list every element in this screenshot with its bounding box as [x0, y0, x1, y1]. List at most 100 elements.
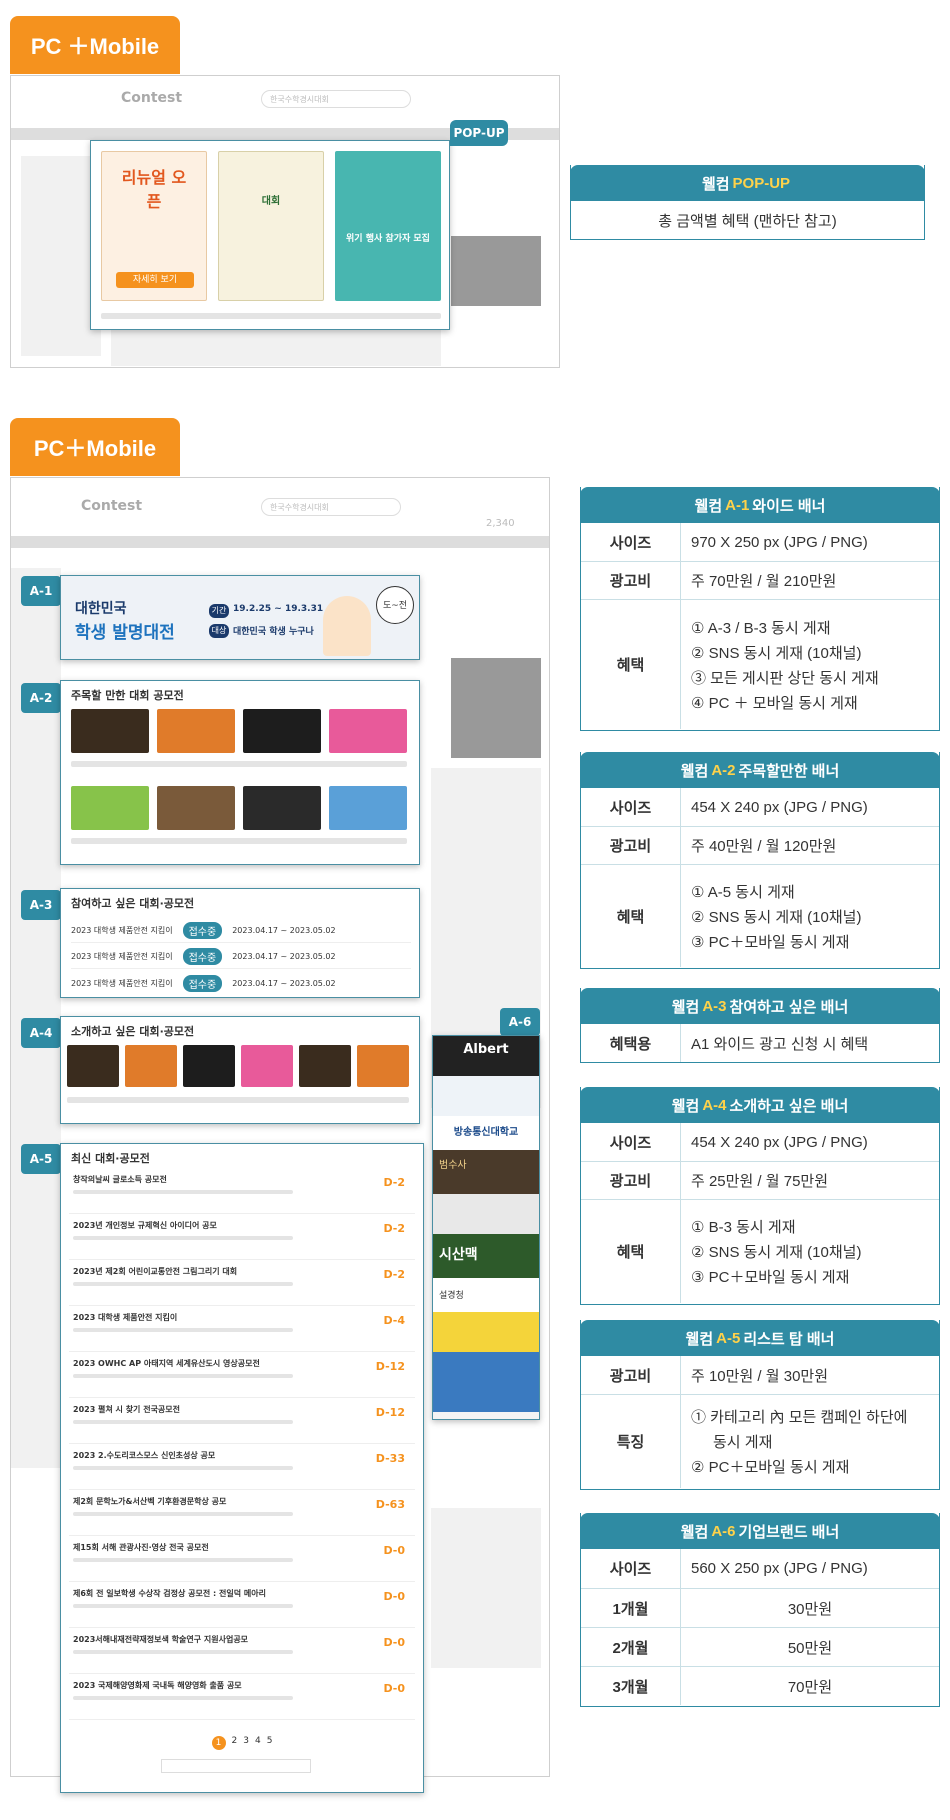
list-item[interactable]: 창작의날씨 글로소득 공모전 D-2	[69, 1170, 415, 1214]
list-item-title: 2023 대학생 제품안전 지킴이	[73, 1313, 178, 1322]
a3-row[interactable]: 2023 대학생 제품안전 지킴이 접수중 2023.04.17 ~ 2023.…	[71, 945, 411, 969]
table-key: 특징	[581, 1395, 681, 1488]
list-item[interactable]: 제2회 문학노가&서산벡 기후환경문학상 공모 D-63	[69, 1492, 415, 1536]
a4-thumb[interactable]	[299, 1045, 351, 1087]
table-value: 주 25만원 / 월 75만원	[681, 1162, 939, 1199]
a6-info-table: 웰컴 A-6 기업브랜드 배너 사이즈 560 X 250 px (JPG / PNG…	[580, 1513, 940, 1707]
list-item-meta	[73, 1512, 293, 1516]
table-header: 웰컴 A-4 소개하고 싶은 배너	[580, 1087, 940, 1123]
label-a3: A-3	[21, 890, 61, 920]
a2-panel: 주목할 만한 대회 공모전	[60, 680, 420, 865]
a4-panel: 소개하고 싶은 대회·공모전	[60, 1016, 420, 1124]
popup-label: POP-UP	[450, 120, 508, 146]
page-link[interactable]: 5	[267, 1736, 273, 1750]
a4-captions	[67, 1097, 409, 1103]
a3-row[interactable]: 2023 대학생 제품안전 지킴이 접수중 2023.04.17 ~ 2023.…	[71, 919, 411, 943]
list-item[interactable]: 제15회 서해 관광사진·영상 전국 공모전 D-0	[69, 1538, 415, 1582]
page-link[interactable]: 4	[255, 1736, 261, 1750]
table-value: 454 X 240 px (JPG / PNG)	[681, 1123, 939, 1161]
list-item[interactable]: 2023 국제해양영화제 국내독 해양영화 출품 공모 D-0	[69, 1676, 415, 1720]
list-item-meta	[73, 1696, 293, 1700]
page-link[interactable]: 3	[243, 1736, 249, 1750]
a4-thumb[interactable]	[241, 1045, 293, 1087]
list-item-title: 창작의날씨 글로소득 공모전	[73, 1175, 167, 1184]
table-title-em: POP-UP	[732, 174, 791, 192]
table-title-em: A-2	[711, 761, 736, 779]
table-value-line: 주 40만원 / 월 120만원	[691, 838, 837, 855]
table-header: 웰컴 A-2 주목할만한 배너	[580, 752, 940, 788]
sidebar	[21, 156, 101, 356]
list-item[interactable]: 2023서해내재전략재정보색 학술연구 지원사업공모 D-0	[69, 1630, 415, 1674]
page-link[interactable]: 1	[211, 1736, 226, 1750]
table-title-post: 주목할만한 배너	[738, 762, 840, 780]
table-value-line: ① B-3 동시 게재	[691, 1219, 796, 1236]
a3-period: 2023.04.17 ~ 2023.05.02	[232, 926, 336, 935]
table-header: 웰컴 POP-UP	[570, 165, 925, 201]
list-item-dday: D-4	[383, 1314, 405, 1327]
site-logo: Contest	[121, 90, 183, 106]
list-item[interactable]: 제6회 전 일보학생 수상작 검정상 공모전 : 전일덕 메아리 D-0	[69, 1584, 415, 1628]
table-value: 30만원	[681, 1589, 939, 1627]
a2-thumb[interactable]	[243, 709, 321, 753]
list-item[interactable]: 2023 OWHC AP 아태지역 세계유산도시 영상공모전 D-12	[69, 1354, 415, 1398]
contact-block	[431, 1508, 541, 1668]
a4-thumb[interactable]	[357, 1045, 409, 1087]
table-row: 특징 ① 카테고리 內 모든 캠페인 하단에 동시 게재 ② PC＋모바일 동시 게재	[581, 1394, 939, 1488]
label-a5: A-5	[21, 1144, 61, 1174]
right-ad	[451, 658, 541, 758]
table-row: 혜택 ① A-3 / B-3 동시 게재 ② SNS 동시 게재 (10채널) ③ 모…	[581, 599, 939, 729]
search-input-2[interactable]: 한국수학경시대회	[261, 498, 401, 516]
a3-row[interactable]: 2023 대학생 제품안전 지킴이 접수중 2023.04.17 ~ 2023.…	[71, 971, 411, 995]
list-item-title: 제15회 서해 관광사진·영상 전국 공모전	[73, 1543, 209, 1552]
table-value-line: 30만원	[787, 1600, 833, 1618]
table-row: 사이즈 970 X 250 px (JPG / PNG)	[581, 523, 939, 561]
list-item[interactable]: 2023년 개인정보 규제혁신 아이디어 공모 D-2	[69, 1216, 415, 1260]
a2-thumb[interactable]	[71, 786, 149, 830]
table-value-line: 주 25만원 / 월 75만원	[691, 1173, 829, 1190]
list-item[interactable]: 2023 펼쳐 시 찾기 전국공모전 D-12	[69, 1400, 415, 1444]
list-item[interactable]: 2023 2.수도리코스모스 신인초성상 공모 D-33	[69, 1446, 415, 1490]
table-key: 혜택	[581, 600, 681, 729]
popup-card-2[interactable]: 대회	[218, 151, 324, 301]
table-title-post: 참여하고 싶은 배너	[729, 998, 849, 1016]
a4-thumb[interactable]	[67, 1045, 119, 1087]
a1-target-tag: 대상	[209, 624, 229, 638]
a2-thumb[interactable]	[157, 709, 235, 753]
list-search-input[interactable]	[161, 1759, 311, 1773]
visitor-counter: 2,340	[486, 518, 515, 529]
list-item-dday: D-0	[383, 1590, 405, 1603]
table-value-line: 970 X 250 px (JPG / PNG)	[691, 533, 868, 551]
list-item-title: 2023 국제해양영화제 국내독 해양영화 출품 공모	[73, 1681, 242, 1690]
popup-card-1[interactable]: 리뉴얼 오픈 자세히 보기	[101, 151, 207, 301]
popup-checkbox-row[interactable]	[101, 313, 441, 319]
a4-info-table: 웰컴 A-4 소개하고 싶은 배너 사이즈 454 X 240 px (JPG / P…	[580, 1087, 940, 1305]
a2-thumb[interactable]	[329, 709, 407, 753]
a4-thumb[interactable]	[125, 1045, 177, 1087]
a2-thumb[interactable]	[243, 786, 321, 830]
a2-thumb[interactable]	[157, 786, 235, 830]
a2-thumb[interactable]	[71, 709, 149, 753]
list-item[interactable]: 2023년 제2회 어린이교통안전 그림그리기 대회 D-2	[69, 1262, 415, 1306]
table-value: 주 10만원 / 월 30만원	[681, 1356, 939, 1394]
table-header: 웰컴 A-3 참여하고 싶은 배너	[580, 988, 940, 1024]
a6-brand-banner[interactable]: Albert 방송통신대학교 범수사 시산맥 설경청	[432, 1035, 540, 1420]
table-value: 총 금액별 혜택 (맨하단 참고)	[658, 212, 837, 230]
table-value-line: ③ PC＋모바일 동시 게재	[691, 1269, 850, 1286]
table-value: 560 X 250 px (JPG / PNG)	[681, 1549, 939, 1588]
a1-title-2: 학생 발명대전	[75, 623, 175, 643]
table-row: 혜택용 A1 와이드 광고 신청 시 혜택	[581, 1024, 939, 1062]
search-input[interactable]: 한국수학경시대회	[261, 90, 411, 108]
a2-thumb[interactable]	[329, 786, 407, 830]
a1-wide-banner[interactable]: 대한민국 학생 발명대전 기간 19.2.25 ~ 19.3.31 대상 대한민…	[60, 575, 420, 660]
popup-card-3[interactable]: 위기 행사 참가자 모집	[335, 151, 441, 301]
list-item[interactable]: 2023 대학생 제품안전 지킴이 D-4	[69, 1308, 415, 1352]
pagination: 1 2 3 4 5	[61, 1736, 423, 1750]
a6-item-2: 시산맥	[433, 1234, 539, 1278]
table-title-post: 리스트 탑 배너	[743, 1330, 835, 1348]
popup-detail-button[interactable]: 자세히 보기	[116, 272, 194, 288]
a3-row-title: 2023 대학생 제품안전 지킴이	[71, 952, 173, 961]
a4-thumb[interactable]	[183, 1045, 235, 1087]
page-link[interactable]: 2	[232, 1736, 238, 1750]
table-title-pre: 웰컴	[680, 1523, 709, 1541]
table-value: 주 40만원 / 월 120만원	[681, 827, 939, 864]
